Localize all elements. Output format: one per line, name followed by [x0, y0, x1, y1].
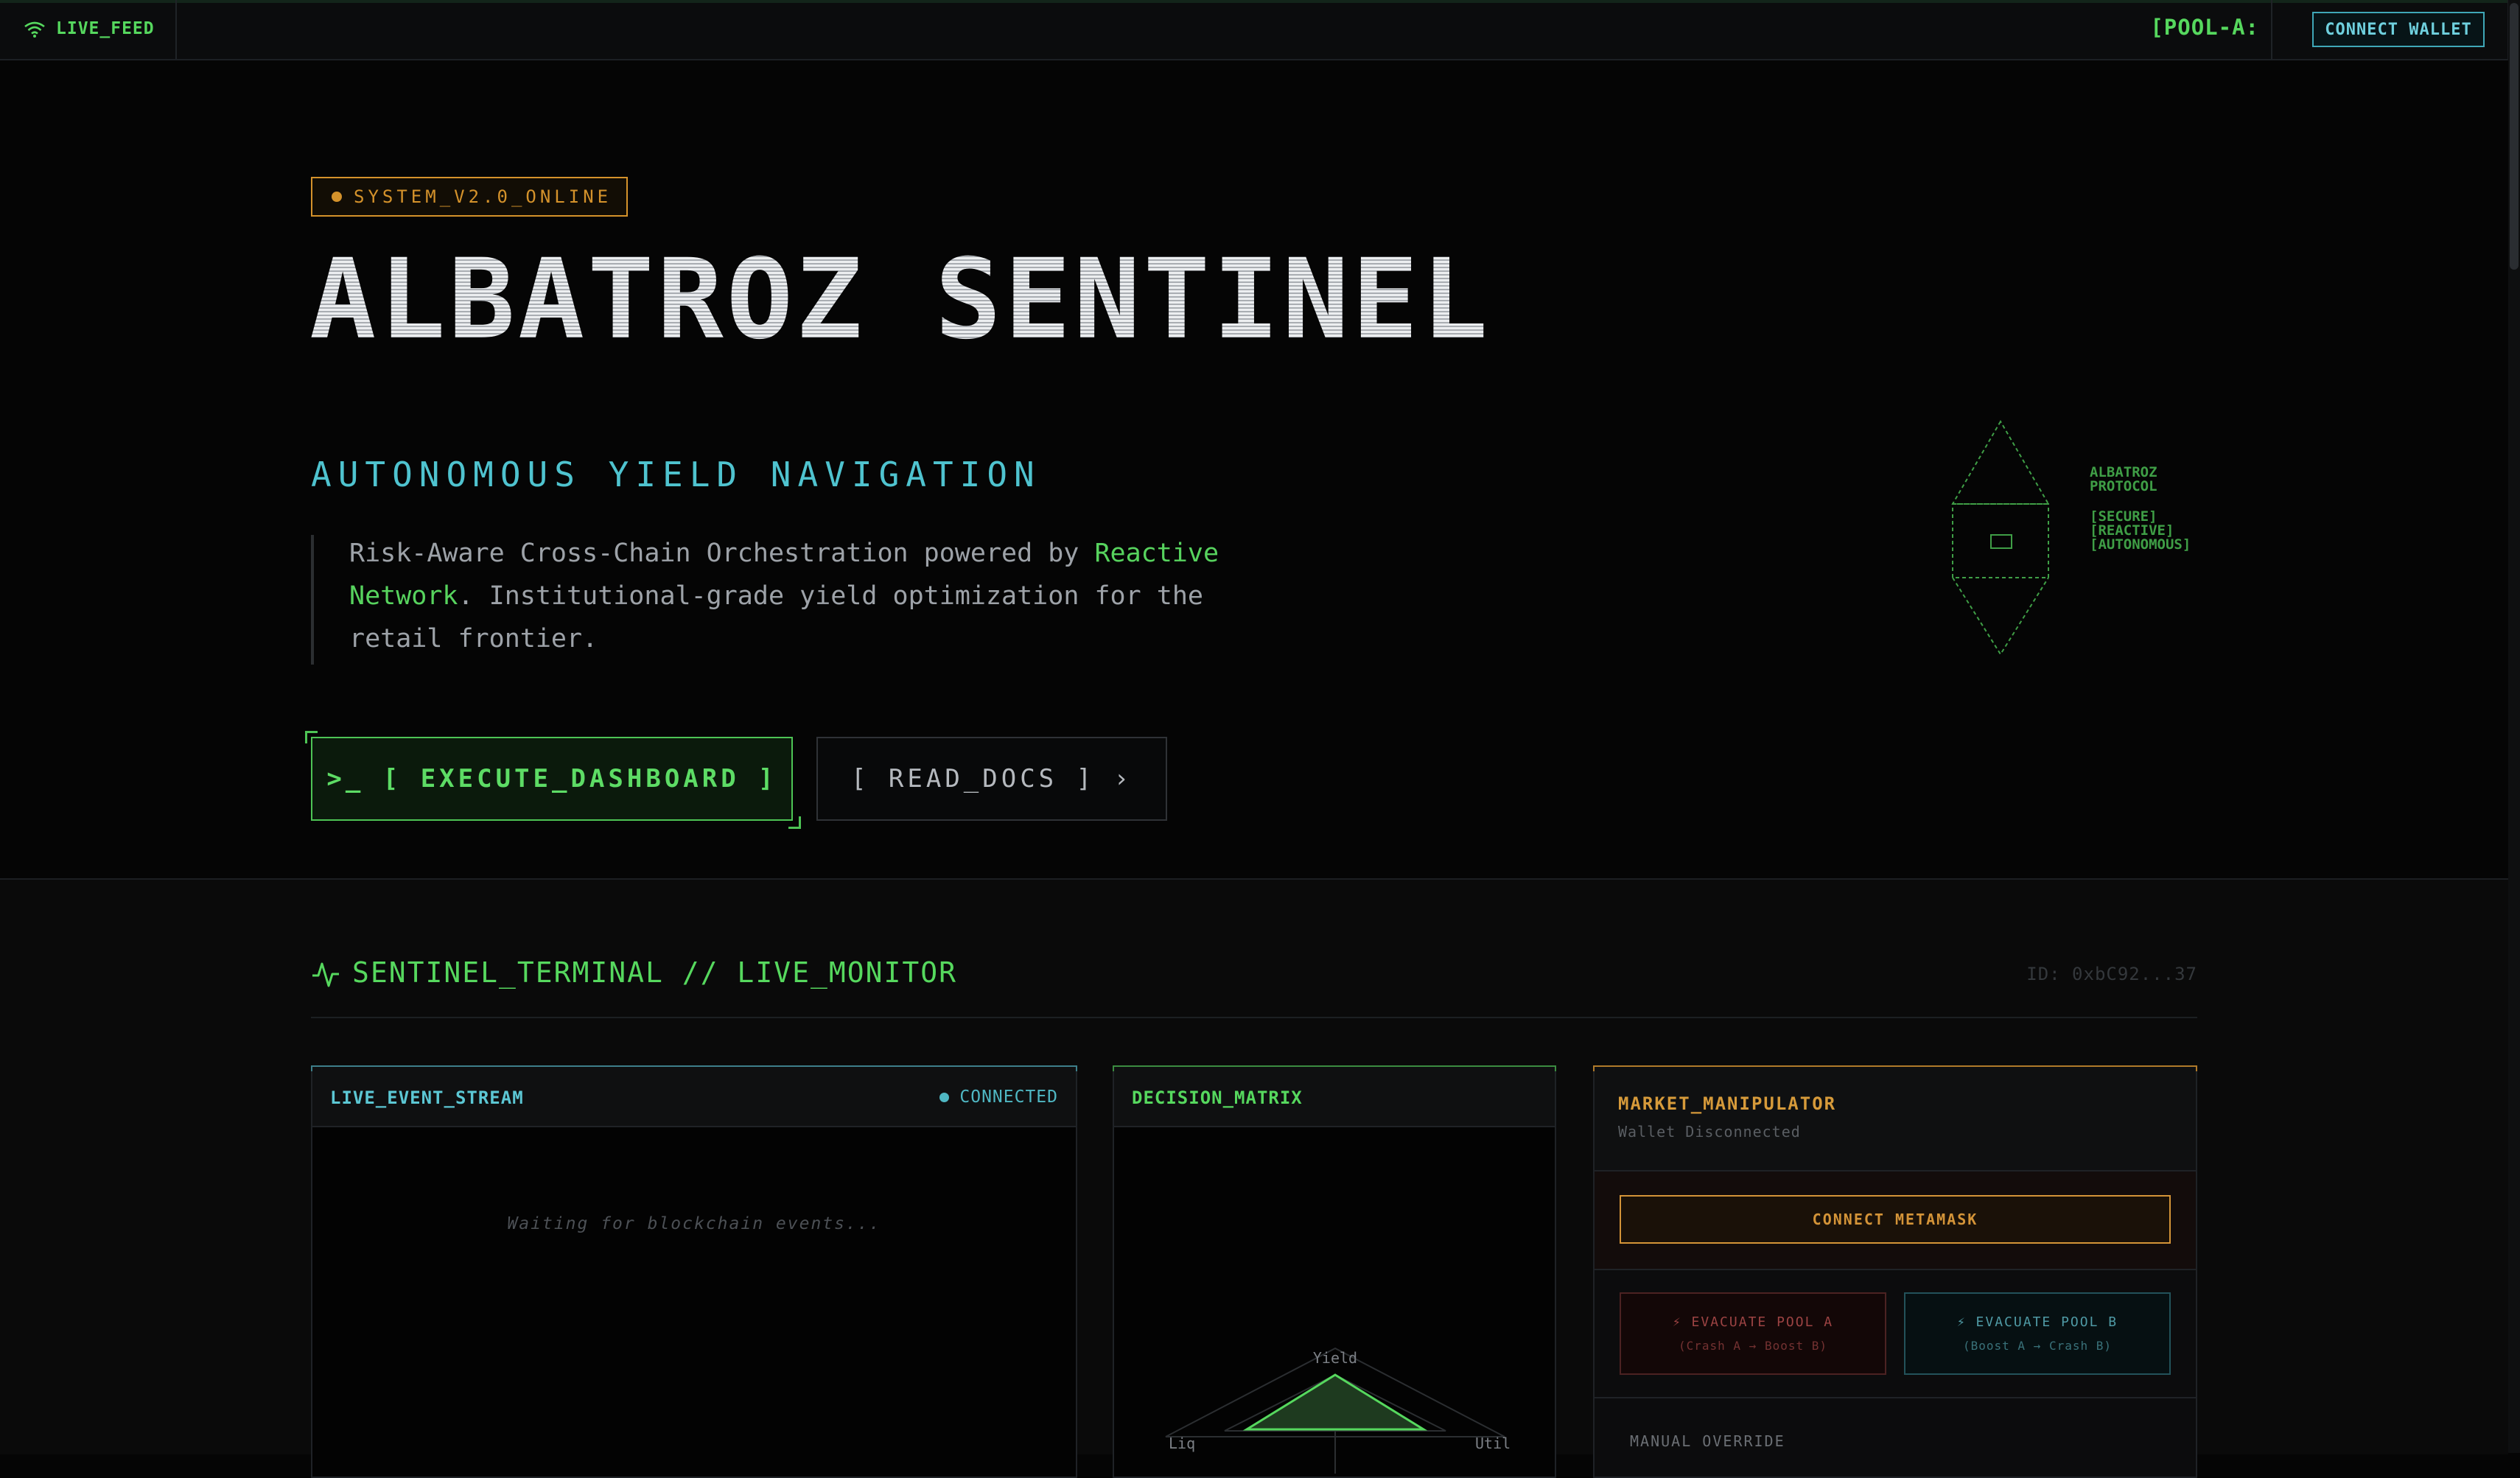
- connect-metamask-button[interactable]: CONNECT METAMASK: [1620, 1195, 2171, 1244]
- protocol-shield-icon: [1951, 420, 2050, 656]
- panel-header: MARKET_MANIPULATOR Wallet Disconnected: [1595, 1067, 2196, 1171]
- page-subtitle: AUTONOMOUS YIELD NAVIGATION: [311, 455, 1041, 494]
- top-bar: LIVE_FEED [POOL-A: CONNECT WALLET: [0, 0, 2508, 60]
- execute-dashboard-button[interactable]: >_ [ EXECUTE_DASHBOARD ]: [311, 737, 793, 821]
- connection-status-label: CONNECTED: [959, 1088, 1058, 1107]
- sentinel-terminal-section: SENTINEL_TERMINAL // LIVE_MONITOR ID: 0x…: [0, 878, 2508, 1478]
- radar-axis-label: Liq: [1169, 1435, 1195, 1452]
- evacuate-pool-b-sublabel: (Boost A → Crash B): [1962, 1339, 2113, 1353]
- live-event-stream-panel: LIVE_EVENT_STREAM CONNECTED Waiting for …: [311, 1065, 1077, 1478]
- button-corner-decoration: [788, 816, 801, 829]
- event-stream-label: LIVE_EVENT_STREAM: [330, 1088, 524, 1108]
- terminal-id: ID: 0xbC92...37: [2026, 964, 2197, 984]
- page-title: ALBATROZ SENTINEL: [309, 236, 1491, 364]
- live-feed-indicator: LIVE_FEED: [0, 0, 177, 59]
- pool-ticker: [POOL-A:: [2124, 0, 2272, 59]
- evacuate-pool-a-button[interactable]: ⚡ EVACUATE POOL A (Crash A → Boost B): [1620, 1292, 1886, 1375]
- system-status-badge: SYSTEM_V2.0_ONLINE: [311, 177, 628, 217]
- connection-status: CONNECTED: [939, 1088, 1058, 1107]
- market-manipulator-label: MARKET_MANIPULATOR: [1618, 1093, 1837, 1114]
- protocol-label: ALBATROZ PROTOCOL [SECURE] [REACTIVE] [A…: [2090, 466, 2191, 552]
- decision-matrix-panel: DECISION_MATRIX Yield Util Liq: [1113, 1065, 1556, 1478]
- status-dot-icon: [332, 192, 342, 202]
- pool-ticker-label: [POOL-A:: [2150, 15, 2259, 40]
- protocol-tag: [AUTONOMOUS]: [2090, 536, 2191, 553]
- radar-chart: Yield Util Liq: [1165, 1347, 1511, 1474]
- protocol-label-line: PROTOCOL: [2090, 478, 2157, 494]
- wifi-icon: [24, 21, 45, 38]
- panel-header: LIVE_EVENT_STREAM CONNECTED: [312, 1067, 1076, 1127]
- radar-axis-label: Yield: [1313, 1349, 1357, 1367]
- metamask-band: CONNECT METAMASK: [1595, 1171, 2196, 1270]
- system-status-label: SYSTEM_V2.0_ONLINE: [354, 186, 612, 207]
- description-text-post: . Institutional-grade yield optimization…: [349, 581, 1203, 654]
- wallet-status: Wallet Disconnected: [1618, 1123, 1801, 1141]
- read-docs-button[interactable]: [ READ_DOCS ] ›: [816, 737, 1167, 821]
- market-manipulator-panel: MARKET_MANIPULATOR Wallet Disconnected C…: [1593, 1065, 2197, 1478]
- activity-icon: [312, 962, 339, 987]
- hero-section: SYSTEM_V2.0_ONLINE ALBATROZ SENTINEL AUT…: [0, 60, 2508, 878]
- section-divider: [311, 1017, 2197, 1018]
- panel-divider: [1595, 1397, 2196, 1398]
- decision-matrix-label: DECISION_MATRIX: [1132, 1088, 1303, 1108]
- panel-header: DECISION_MATRIX: [1114, 1067, 1555, 1127]
- description-accent-bar: [311, 535, 314, 665]
- scrollbar-thumb[interactable]: [2510, 3, 2519, 270]
- live-feed-label: LIVE_FEED: [56, 19, 155, 38]
- evacuate-pool-a-sublabel: (Crash A → Boost B): [1678, 1339, 1828, 1353]
- evacuate-pool-b-label: ⚡ EVACUATE POOL B: [1956, 1314, 2118, 1330]
- scrollbar[interactable]: [2507, 0, 2520, 1453]
- manual-override-label: MANUAL OVERRIDE: [1630, 1432, 1785, 1450]
- evacuate-pool-a-label: ⚡ EVACUATE POOL A: [1672, 1314, 1834, 1330]
- event-stream-placeholder: Waiting for blockchain events...: [507, 1214, 881, 1233]
- radar-axis-label: Util: [1475, 1435, 1511, 1452]
- description-text-pre: Risk-Aware Cross-Chain Orchestration pow…: [349, 539, 1095, 568]
- hero-description: Risk-Aware Cross-Chain Orchestration pow…: [349, 532, 1278, 660]
- connect-wallet-button[interactable]: CONNECT WALLET: [2312, 12, 2485, 47]
- connected-dot-icon: [939, 1092, 950, 1102]
- terminal-title: SENTINEL_TERMINAL // LIVE_MONITOR: [352, 956, 957, 989]
- evacuate-pool-b-button[interactable]: ⚡ EVACUATE POOL B (Boost A → Crash B): [1904, 1292, 2171, 1375]
